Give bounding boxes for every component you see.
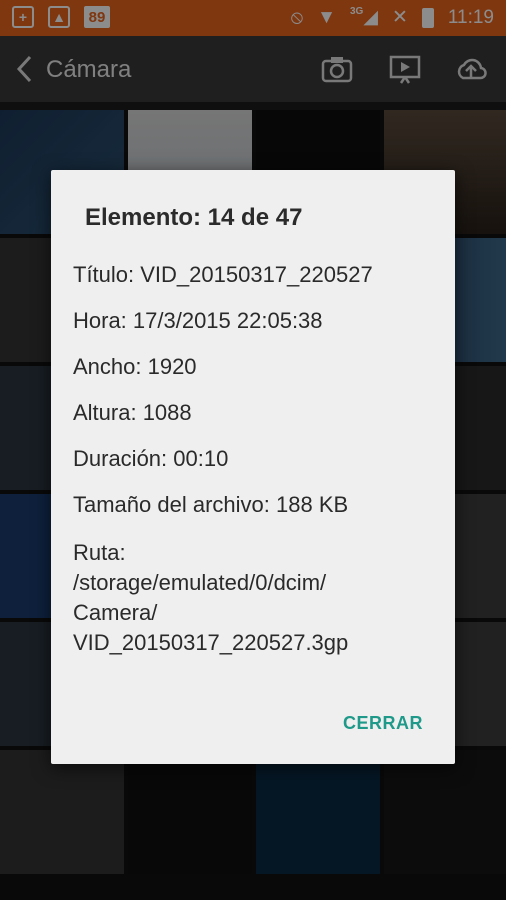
detail-time: Hora: 17/3/2015 22:05:38 bbox=[73, 308, 323, 333]
dialog-title: Elemento: 14 de 47 bbox=[85, 204, 303, 231]
detail-height: Altura: 1088 bbox=[73, 400, 192, 425]
details-list: Título: VID_20150317_220527 Hora: 17/3/2… bbox=[73, 260, 433, 658]
detail-path-line: VID_20150317_220527.3gp bbox=[73, 630, 349, 655]
detail-path-line: Camera/ bbox=[73, 600, 158, 625]
detail-duration: Duración: 00:10 bbox=[73, 446, 229, 471]
close-button[interactable]: CERRAR bbox=[343, 713, 423, 734]
detail-width: Ancho: 1920 bbox=[73, 354, 197, 379]
detail-path-line: /storage/emulated/0/dcim/ bbox=[73, 570, 327, 595]
detail-title: Título: VID_20150317_220527 bbox=[73, 262, 373, 287]
detail-path-label: Ruta: bbox=[73, 540, 126, 565]
details-dialog: Elemento: 14 de 47 Título: VID_20150317_… bbox=[51, 170, 455, 764]
detail-file-size: Tamaño del archivo: 188 KB bbox=[73, 492, 349, 517]
detail-path: Ruta: /storage/emulated/0/dcim/ Camera/ … bbox=[73, 538, 433, 658]
